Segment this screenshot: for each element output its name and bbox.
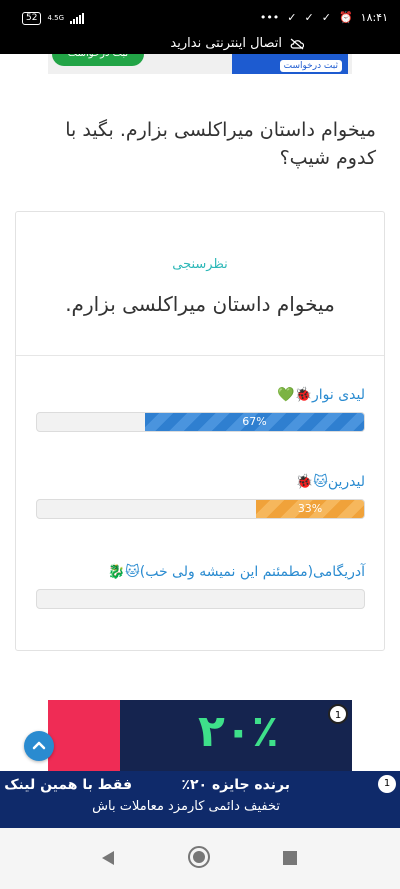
ad-percent: ۲۰٪: [198, 706, 279, 757]
poll-option-bar: 33%: [36, 499, 365, 519]
check-icon: ✓: [304, 11, 314, 24]
cloud-off-icon: [290, 38, 304, 50]
ad-strip-headline: برنده جایزه ۲۰٪: [181, 777, 290, 793]
poll-option[interactable]: لیدی نوار🐞💚 67%: [36, 384, 365, 432]
nav-home-icon[interactable]: [188, 846, 210, 868]
ad-strip-badge: 1: [378, 775, 396, 793]
ad-strip-subtext: تخفیف دائمی کارمزد معاملات باش: [92, 799, 280, 814]
clock-time: ۱۸:۴۱: [360, 11, 388, 24]
status-bar: 52 4.5G ••• ✓ ✓ ✓ ⏰ ۱۸:۴۱: [0, 0, 400, 36]
poll-option-fill: 33%: [256, 500, 364, 518]
poll-option[interactable]: آدریگامی(مطمئنم این نمیشه ولی خب)🐱🐉: [36, 561, 365, 609]
connectivity-bar: اتصال اینترنتی ندارید: [0, 36, 400, 54]
poll-title: میخوام داستان میراکلسی بزارم.: [65, 292, 335, 316]
poll-option-label[interactable]: آدریگامی(مطمئنم این نمیشه ولی خب)🐱🐉: [36, 561, 365, 583]
ad-badge: 1: [328, 704, 348, 724]
nav-back-icon[interactable]: [100, 850, 116, 866]
alarm-icon: ⏰: [338, 11, 353, 24]
poll-option-label[interactable]: لیدی نوار🐞💚: [36, 384, 365, 406]
poll-card: نظرسنجی میخوام داستان میراکلسی بزارم. لی…: [15, 211, 385, 651]
chevron-up-icon: [32, 741, 46, 750]
signal-icon: [70, 13, 85, 24]
post-question: میخوام داستان میراکلسی بزارم. بگید با کد…: [65, 119, 376, 169]
network-type: 4.5G: [47, 14, 65, 22]
poll-option-fill: 67%: [144, 413, 364, 431]
ad-strip-link: فقط با همین لینک: [4, 777, 132, 793]
poll-kicker: نظرسنجی: [172, 257, 228, 272]
more-dots: •••: [259, 11, 280, 24]
ad-request-label[interactable]: ثبت درخواست: [279, 60, 342, 72]
poll-option-bar: [36, 589, 365, 609]
system-nav-bar: [0, 828, 400, 889]
check-icon: ✓: [287, 11, 297, 24]
status-left: 52 4.5G: [22, 12, 85, 25]
poll-option-bar: 67%: [36, 412, 365, 432]
poll-option[interactable]: لیدرین🐱🐞 33%: [36, 471, 365, 519]
nav-recent-icon[interactable]: [283, 851, 297, 865]
poll-header: نظرسنجی میخوام داستان میراکلسی بزارم.: [16, 212, 384, 356]
status-right: ••• ✓ ✓ ✓ ⏰ ۱۸:۴۱: [260, 11, 388, 24]
scroll-top-button[interactable]: [24, 731, 54, 761]
poll-option-label[interactable]: لیدرین🐱🐞: [36, 471, 365, 493]
no-internet-message: اتصال اینترنتی ندارید: [170, 36, 282, 51]
check-icon: ✓: [321, 11, 331, 24]
ad-strip[interactable]: 1 برنده جایزه ۲۰٪ فقط با همین لینک تخفیف…: [0, 771, 400, 828]
battery-indicator: 52: [22, 12, 42, 25]
